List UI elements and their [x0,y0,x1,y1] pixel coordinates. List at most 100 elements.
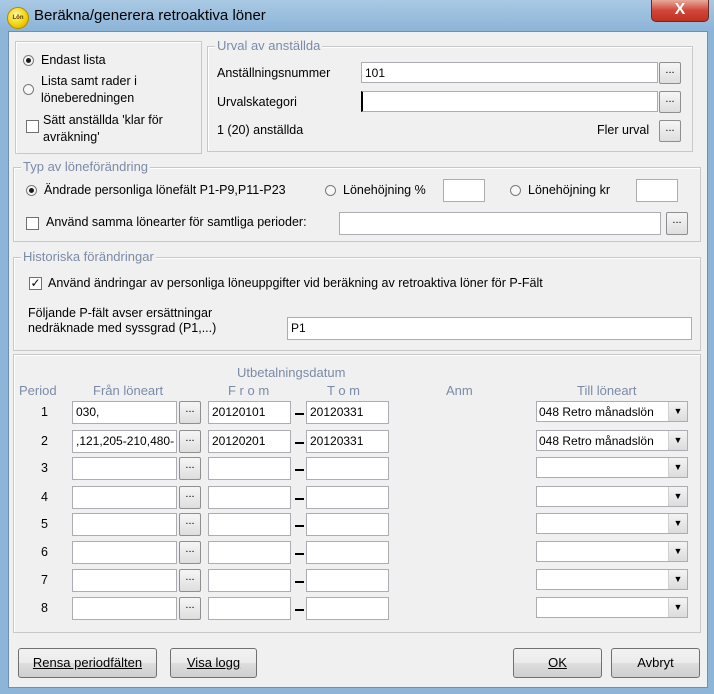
to-date-input[interactable] [306,457,389,480]
radio-list-and-rows[interactable] [23,84,34,95]
to-date-input[interactable]: 20120331 [306,401,389,424]
to-date-header: T o m [327,383,360,398]
use-changes-checkbox[interactable]: ✓ [29,277,42,290]
date-range-dash [295,498,304,500]
to-type-select[interactable]: ▼ [536,457,688,478]
to-type-select[interactable]: ▼ [536,513,688,534]
to-date-input[interactable] [306,513,389,536]
employee-selection-title: Urval av anställda [215,38,323,53]
same-types-checkbox[interactable] [26,217,39,230]
close-button[interactable]: X [651,0,709,22]
to-type-select[interactable]: ▼ [536,541,688,562]
radio-list-and-rows-label[interactable]: Lista samt rader i löneberedningen [41,73,137,107]
raise-kr-input[interactable] [636,179,678,202]
cancel-button[interactable]: Avbryt [611,648,700,678]
window-title: Beräkna/generera retroaktiva löner [34,7,266,24]
chevron-down-icon[interactable]: ▼ [668,570,687,589]
radio-raise-kr[interactable] [510,185,521,196]
from-date-input[interactable] [208,486,291,509]
date-range-dash [295,469,304,471]
radio-raise-percent[interactable] [325,185,336,196]
chevron-down-icon[interactable]: ▼ [668,598,687,617]
clear-periods-button[interactable]: Rensa periodfälten [18,648,157,678]
to-type-value: 048 Retro månadslön [539,434,654,448]
employee-number-input[interactable]: 101 [361,62,658,83]
to-date-input[interactable]: 20120331 [306,430,389,453]
category-input[interactable] [361,91,658,112]
dialog-body: Endast lista Lista samt rader i lönebere… [8,31,708,688]
to-type-header: Till löneart [577,383,637,398]
radio-only-list[interactable] [23,55,34,66]
from-date-input[interactable]: 20120101 [208,401,291,424]
from-type-input[interactable] [72,486,177,509]
date-range-dash [295,553,304,555]
pfield-input[interactable]: P1 [287,317,692,340]
use-changes-label[interactable]: Använd ändringar av personliga löneuppgi… [48,276,543,290]
more-selection-label: Fler urval [597,123,650,137]
date-range-dash [295,442,304,444]
more-selection-button[interactable]: ... [659,120,681,142]
category-browse-button[interactable]: ... [659,91,681,113]
show-log-label: Visa logg [186,655,241,670]
radio-changed-personal-fields-label[interactable]: Ändrade personliga lönefält P1-P9,P11-P2… [44,183,286,197]
from-date-input[interactable] [208,569,291,592]
raise-percent-input[interactable] [443,179,485,202]
from-type-input[interactable]: ,121,205-210,480- [72,430,177,453]
from-type-input[interactable] [72,597,177,620]
chevron-down-icon[interactable]: ▼ [668,431,687,450]
from-date-input[interactable] [208,541,291,564]
to-date-input[interactable] [306,486,389,509]
from-type-browse-button[interactable]: ... [179,401,201,424]
dialog-window: Lön Beräkna/generera retroaktiva löner X… [0,0,714,694]
to-type-select[interactable]: 048 Retro månadslön ▼ [536,430,688,451]
same-types-label[interactable]: Använd samma lönearter för samtliga peri… [46,215,307,229]
same-types-browse-button[interactable]: ... [666,212,688,235]
radio-only-list-label[interactable]: Endast lista [41,53,106,67]
from-type-input[interactable] [72,457,177,480]
to-date-input[interactable] [306,597,389,620]
clear-periods-label: Rensa periodfälten [32,655,143,670]
radio-raise-kr-label[interactable]: Lönehöjning kr [528,183,610,197]
mark-ready-checkbox[interactable] [26,120,39,133]
from-type-browse-button[interactable]: ... [179,457,201,480]
to-date-input[interactable] [306,569,389,592]
payment-date-header: Utbetalningsdatum [237,365,346,380]
chevron-down-icon[interactable]: ▼ [668,487,687,506]
chevron-down-icon[interactable]: ▼ [668,542,687,561]
chevron-down-icon[interactable]: ▼ [668,514,687,533]
from-type-browse-button[interactable]: ... [179,513,201,536]
from-date-input[interactable] [208,513,291,536]
category-label: Urvalskategori [217,95,297,109]
same-types-input[interactable] [339,212,661,235]
from-type-browse-button[interactable]: ... [179,541,201,564]
from-type-input[interactable]: 030, [72,401,177,424]
title-bar[interactable]: Lön Beräkna/generera retroaktiva löner X [0,0,714,33]
date-range-dash [295,581,304,583]
from-type-input[interactable] [72,569,177,592]
to-type-select[interactable]: ▼ [536,569,688,590]
chevron-down-icon[interactable]: ▼ [668,458,687,477]
employee-number-browse-button[interactable]: ... [659,62,681,84]
employee-number-label: Anställningsnummer [217,66,331,80]
to-date-input[interactable] [306,541,389,564]
period-number: 3 [41,461,48,475]
from-date-input[interactable] [208,457,291,480]
to-type-select[interactable]: ▼ [536,486,688,507]
from-type-input[interactable] [72,513,177,536]
from-type-input[interactable] [72,541,177,564]
to-type-select[interactable]: ▼ [536,597,688,618]
from-type-browse-button[interactable]: ... [179,486,201,509]
radio-raise-percent-label[interactable]: Lönehöjning % [343,183,426,197]
ok-button[interactable]: OK [513,648,602,678]
show-log-button[interactable]: Visa logg [170,648,257,678]
from-date-input[interactable] [208,597,291,620]
from-type-browse-button[interactable]: ... [179,597,201,620]
from-type-browse-button[interactable]: ... [179,430,201,453]
radio-changed-personal-fields[interactable] [26,185,37,196]
date-range-dash [295,609,304,611]
mark-ready-label[interactable]: Sätt anställda 'klar för avräkning' [43,112,163,146]
from-type-browse-button[interactable]: ... [179,569,201,592]
from-date-input[interactable]: 20120201 [208,430,291,453]
to-type-select[interactable]: 048 Retro månadslön ▼ [536,401,688,422]
chevron-down-icon[interactable]: ▼ [668,402,687,421]
